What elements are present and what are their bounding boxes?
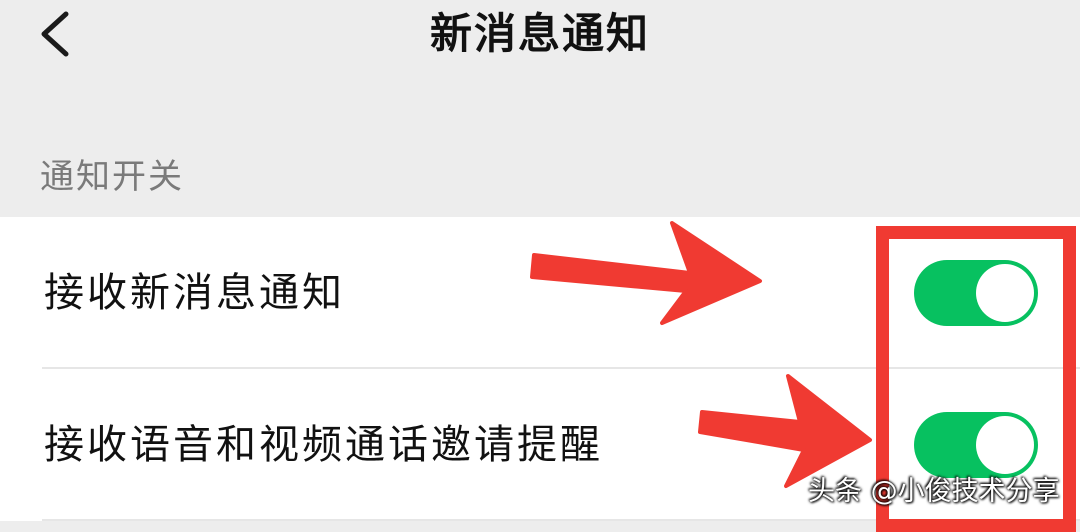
setting-label: 接收语音和视频通话邀请提醒: [44, 422, 603, 468]
toggle-knob: [976, 264, 1034, 322]
call-invite-toggle[interactable]: [914, 412, 1038, 478]
toggle-knob: [976, 416, 1034, 474]
new-message-toggle[interactable]: [914, 260, 1038, 326]
nav-bar: 新消息通知: [0, 0, 1080, 120]
setting-row-new-message[interactable]: 接收新消息通知: [0, 217, 1080, 367]
page-title: 新消息通知: [429, 9, 650, 58]
section-label: 通知开关: [40, 157, 184, 197]
watermark: 头条 @小俊技术分享: [808, 476, 1060, 507]
setting-label: 接收新消息通知: [44, 270, 345, 316]
